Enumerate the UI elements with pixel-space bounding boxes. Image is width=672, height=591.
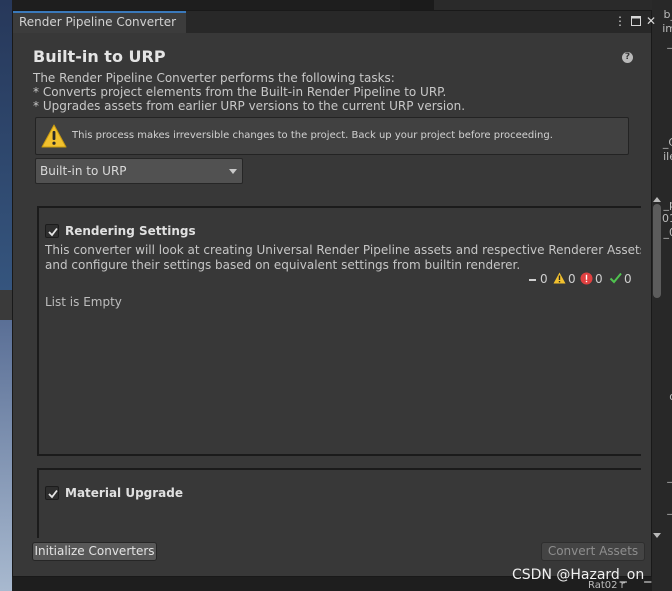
hierarchy-fragment: ile [663, 150, 672, 163]
converter-card-rendering-settings: Rendering Settings This converter will l… [37, 206, 641, 456]
pending-icon [529, 278, 536, 281]
chevron-down-icon [229, 169, 237, 174]
initialize-converters-button[interactable]: Initialize Converters [32, 542, 157, 561]
close-icon[interactable]: ✕ [644, 13, 658, 29]
warning-box: This process makes irreversible changes … [35, 117, 629, 155]
converters-scrollbar[interactable] [651, 197, 663, 541]
pending-count: 0 [529, 272, 548, 286]
warning-icon [41, 124, 67, 148]
scrollbar-thumb[interactable] [653, 204, 661, 298]
description-line: * Converts project elements from the Bui… [33, 85, 447, 99]
convert-assets-button[interactable]: Convert Assets [541, 542, 645, 561]
converter-description-line: and configure their settings based on eq… [45, 258, 521, 272]
hierarchy-fragment: _I [667, 502, 672, 515]
scroll-up-arrow-icon[interactable] [653, 197, 661, 202]
scene-view-sky [0, 0, 12, 290]
description-line: The Render Pipeline Converter performs t… [33, 71, 395, 85]
hierarchy-fragment: _I [667, 470, 672, 483]
hierarchy-fragment: _0 [663, 226, 672, 239]
converter-status-row: 0 0 0 0 [529, 272, 639, 286]
material-upgrade-checkbox[interactable] [45, 486, 59, 500]
hierarchy-fragment: _p [663, 198, 672, 211]
converters-list: Rendering Settings This converter will l… [35, 196, 641, 538]
converter-type-dropdown[interactable]: Built-in to URP [35, 158, 243, 184]
converter-title: Rendering Settings [65, 224, 196, 238]
kebab-menu-icon[interactable]: ⋮ [613, 13, 627, 29]
error-count: 0 [580, 272, 603, 286]
description-line: * Upgrades assets from earlier URP versi… [33, 99, 466, 113]
warning-count: 0 [553, 272, 576, 286]
help-icon[interactable]: ? [622, 52, 633, 63]
converter-card-material-upgrade: Material Upgrade [37, 468, 641, 538]
converter-title: Material Upgrade [65, 486, 184, 500]
warning-text: This process makes irreversible changes … [72, 130, 553, 141]
hierarchy-fragment: im [662, 22, 672, 35]
success-check-icon [609, 272, 622, 284]
empty-list-text: List is Empty [45, 295, 122, 309]
hierarchy-fragment: _C [662, 136, 672, 149]
rendering-settings-checkbox[interactable] [45, 224, 59, 238]
converter-description: This converter will look at creating Uni… [45, 243, 641, 273]
window-tab-bar: Render Pipeline Converter ⋮ ✕ [13, 11, 656, 33]
hierarchy-fragment: _I [667, 36, 672, 49]
success-count: 0 [609, 272, 632, 286]
converter-description-line: This converter will look at creating Uni… [45, 243, 641, 257]
window-tab[interactable]: Render Pipeline Converter [13, 11, 187, 33]
scene-view-ground [0, 320, 12, 591]
watermark-text: CSDN @Hazard_on_ [512, 567, 652, 583]
checkmark-icon [48, 489, 58, 499]
scroll-down-arrow-icon[interactable] [653, 533, 661, 538]
page-title: Built-in to URP [33, 47, 166, 66]
hierarchy-fragment: b_ [663, 8, 672, 21]
hierarchy-fragment: 01 [662, 212, 672, 225]
render-pipeline-converter-window: Render Pipeline Converter ⋮ ✕ Built-in t… [12, 10, 661, 577]
checkmark-icon [48, 227, 58, 237]
dropdown-selected-value: Built-in to URP [40, 164, 127, 178]
warning-icon [553, 272, 566, 284]
error-icon [580, 272, 593, 285]
maximize-icon[interactable] [629, 13, 643, 29]
